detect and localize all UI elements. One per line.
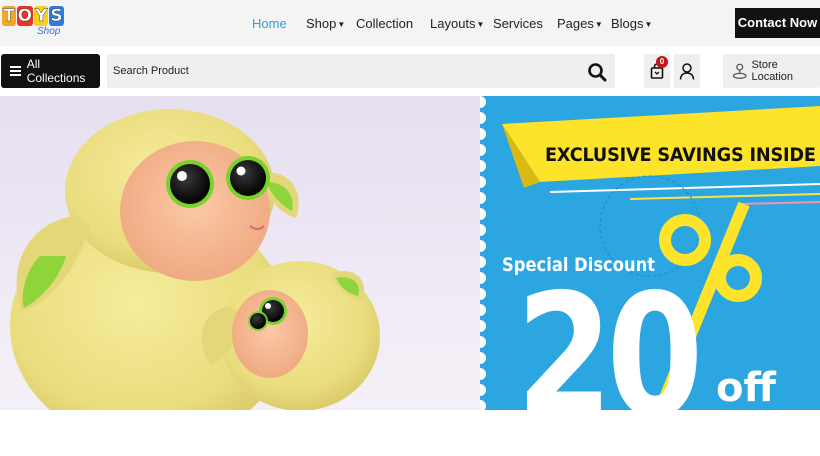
off-label: off	[716, 365, 776, 411]
contact-now-button[interactable]: Contact Now	[735, 8, 820, 38]
logo-letter: O	[16, 6, 34, 26]
store-location-button[interactable]: Store Location	[723, 54, 820, 88]
discount-number: 20	[516, 258, 703, 456]
chevron-down-icon: ▼	[594, 20, 603, 29]
search-input[interactable]	[107, 54, 577, 88]
nav-label: Blogs	[611, 16, 644, 31]
chevron-down-icon: ▼	[476, 20, 485, 29]
user-icon	[679, 62, 695, 80]
chevron-down-icon: ▼	[337, 20, 346, 29]
nav-services[interactable]: Services	[493, 16, 543, 31]
account-button[interactable]	[674, 54, 700, 88]
nav-label: Collection	[356, 16, 414, 31]
toolbar: All Collections 0 Store Location	[0, 46, 820, 96]
logo[interactable]: T O Y S Shop	[2, 4, 72, 42]
banner-headline: EXCLUSIVE SAVINGS INSIDE	[545, 144, 816, 166]
hamburger-icon	[10, 66, 21, 76]
nav-label: Layouts	[430, 16, 476, 31]
search-bar	[107, 54, 615, 88]
header: T O Y S Shop Home Shop▼ Collection Layou…	[0, 0, 820, 46]
nav-blogs[interactable]: Blogs▼	[611, 16, 652, 31]
map-pin-icon	[732, 63, 747, 79]
search-icon[interactable]	[587, 62, 607, 82]
nav-label: Shop	[306, 16, 337, 31]
nav-label: Services	[493, 16, 543, 31]
nav-label: Pages	[557, 16, 594, 31]
nav-home[interactable]: Home	[252, 16, 287, 31]
nav-pages[interactable]: Pages▼	[557, 16, 603, 31]
plush-lamb-illustration	[10, 109, 380, 410]
cart-count-badge: 0	[656, 56, 668, 68]
nav-label: Home	[252, 16, 287, 31]
store-location-label: Store Location	[751, 59, 794, 83]
nav-shop[interactable]: Shop▼	[306, 16, 345, 31]
logo-letters: T O Y S	[2, 6, 64, 26]
nav-layouts[interactable]: Layouts▼	[430, 16, 484, 31]
logo-subtitle: Shop	[37, 26, 61, 37]
all-collections-label: All Collections	[26, 57, 86, 85]
nav-collection[interactable]: Collection	[356, 16, 413, 31]
logo-letter: S	[49, 6, 64, 26]
logo-letter: Y	[34, 6, 49, 26]
hero-image-plush-toys	[0, 96, 480, 410]
all-collections-button[interactable]: All Collections	[1, 54, 100, 88]
logo-letter: T	[2, 6, 16, 26]
chevron-down-icon: ▼	[644, 20, 653, 29]
cart-button[interactable]: 0	[644, 54, 670, 88]
